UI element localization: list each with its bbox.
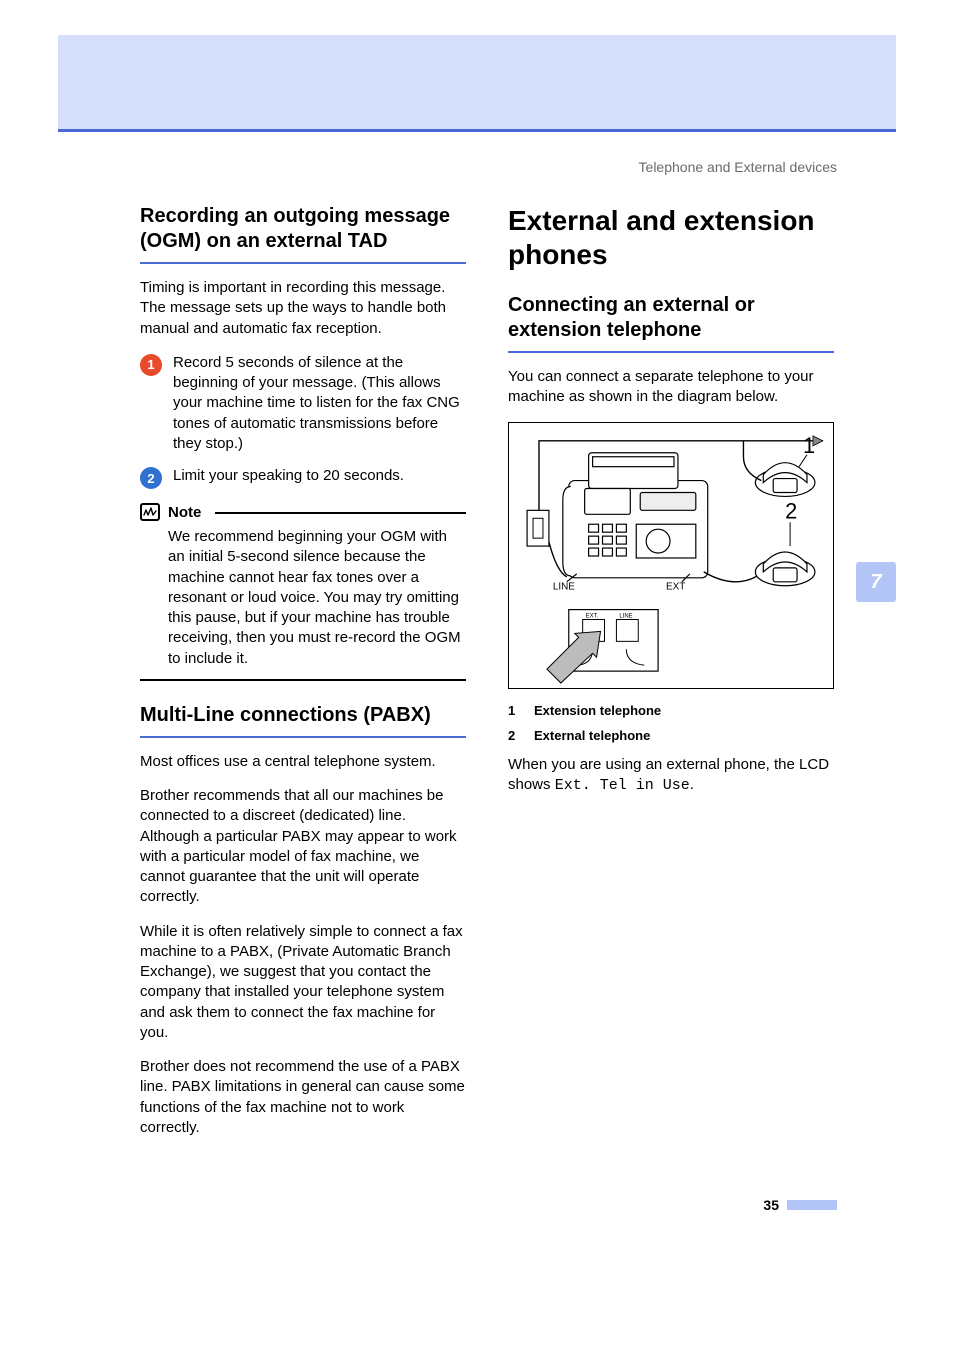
note-body: We recommend beginning your OGM with an … bbox=[140, 527, 466, 669]
columns: Recording an outgoing message (OGM) on a… bbox=[140, 204, 837, 1152]
legend-num-1: 1 bbox=[508, 703, 522, 718]
paragraph-pabx-2: Brother recommends that all our machines… bbox=[140, 786, 466, 908]
paragraph-pabx-3: While it is often relatively simple to c… bbox=[140, 922, 466, 1044]
paragraph-ogm-intro: Timing is important in recording this me… bbox=[140, 278, 466, 339]
left-column: Recording an outgoing message (OGM) on a… bbox=[140, 204, 466, 1152]
legend-text-2: External telephone bbox=[534, 728, 650, 743]
step-1: 1 Record 5 seconds of silence at the beg… bbox=[140, 353, 466, 454]
step-1-text: Record 5 seconds of silence at the begin… bbox=[173, 353, 466, 454]
running-head: Telephone and External devices bbox=[639, 159, 837, 175]
note-end-rule bbox=[140, 679, 466, 681]
header-band bbox=[58, 35, 896, 129]
heading-connecting: Connecting an external or extension tele… bbox=[508, 293, 834, 353]
steps-list: 1 Record 5 seconds of silence at the beg… bbox=[140, 353, 466, 489]
lcd-code: Ext. Tel in Use bbox=[555, 777, 690, 794]
diagram-callout-2: 2 bbox=[785, 498, 797, 523]
note-label: Note bbox=[168, 504, 201, 521]
heading-pabx: Multi-Line connections (PABX) bbox=[140, 703, 466, 738]
diagram-legend: 1 Extension telephone 2 External telepho… bbox=[508, 703, 834, 743]
page-number: 35 bbox=[763, 1197, 779, 1213]
diagram-label-line: LINE bbox=[553, 581, 575, 592]
page: Telephone and External devices 7 Recordi… bbox=[0, 0, 954, 1351]
lcd-suffix: . bbox=[690, 776, 694, 793]
connection-diagram: LINE EXT 2 bbox=[508, 422, 834, 689]
right-column: External and extension phones Connecting… bbox=[508, 204, 834, 1152]
content: Recording an outgoing message (OGM) on a… bbox=[140, 204, 837, 1351]
paragraph-pabx-4: Brother does not recommend the use of a … bbox=[140, 1057, 466, 1138]
diagram-callout-1: 1 bbox=[803, 432, 815, 457]
legend-num-2: 2 bbox=[508, 728, 522, 743]
note-head: Note bbox=[140, 503, 466, 521]
step-bullet-2-icon: 2 bbox=[140, 467, 162, 489]
footer: 35 bbox=[763, 1197, 837, 1213]
step-2: 2 Limit your speaking to 20 seconds. bbox=[140, 466, 466, 489]
step-bullet-1-icon: 1 bbox=[140, 354, 162, 376]
note-icon bbox=[140, 503, 160, 521]
chapter-tab: 7 bbox=[856, 562, 896, 602]
legend-text-1: Extension telephone bbox=[534, 703, 661, 718]
step-2-text: Limit your speaking to 20 seconds. bbox=[173, 466, 466, 486]
page-number-bar bbox=[787, 1200, 837, 1210]
diagram-svg: LINE EXT 2 bbox=[509, 423, 833, 688]
svg-text:EXT.: EXT. bbox=[586, 613, 599, 619]
note-block: Note We recommend beginning your OGM wit… bbox=[140, 503, 466, 681]
heading-external-phones: External and extension phones bbox=[508, 204, 834, 271]
heading-ogm: Recording an outgoing message (OGM) on a… bbox=[140, 204, 466, 264]
paragraph-pabx-1: Most offices use a central telephone sys… bbox=[140, 752, 466, 772]
paragraph-connect-intro: You can connect a separate telephone to … bbox=[508, 367, 834, 408]
header-rule bbox=[58, 129, 896, 132]
legend-row-1: 1 Extension telephone bbox=[508, 703, 834, 718]
diagram-label-ext: EXT bbox=[666, 581, 685, 592]
legend-row-2: 2 External telephone bbox=[508, 728, 834, 743]
svg-text:LINE: LINE bbox=[619, 613, 632, 619]
note-head-rule bbox=[215, 512, 466, 514]
paragraph-lcd: When you are using an external phone, th… bbox=[508, 755, 834, 797]
